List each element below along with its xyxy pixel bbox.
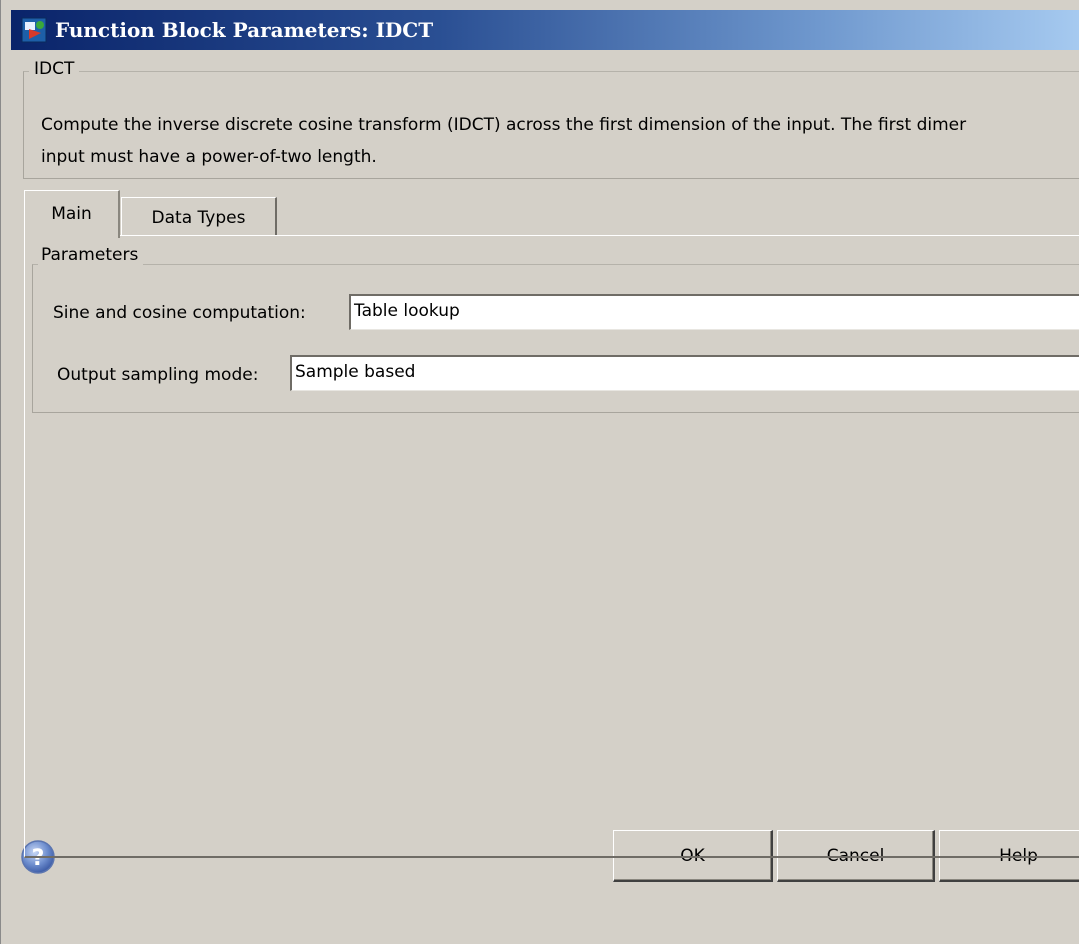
- description-text: Compute the inverse discrete cosine tran…: [41, 109, 1079, 173]
- dialog-content: IDCT Compute the inverse discrete cosine…: [11, 50, 1079, 944]
- output-sampling-dropdown[interactable]: Sample based: [290, 355, 1079, 391]
- sine-cosine-label: Sine and cosine computation:: [53, 303, 306, 323]
- tab-data-types[interactable]: Data Types: [121, 197, 277, 235]
- window-title: Function Block Parameters: IDCT: [55, 18, 434, 42]
- dialog-window: Function Block Parameters: IDCT IDCT Com…: [0, 0, 1079, 944]
- description-line-2: input must have a power-of-two length.: [41, 147, 377, 167]
- description-group-title: IDCT: [29, 59, 80, 79]
- parameters-group-title: Parameters: [38, 245, 144, 265]
- title-bar[interactable]: Function Block Parameters: IDCT: [11, 10, 1079, 50]
- output-sampling-label: Output sampling mode:: [57, 365, 259, 385]
- tab-main[interactable]: Main: [24, 190, 120, 238]
- simulink-block-icon: [19, 15, 49, 45]
- sine-cosine-dropdown[interactable]: Table lookup: [349, 294, 1079, 330]
- description-line-1: Compute the inverse discrete cosine tran…: [41, 115, 967, 135]
